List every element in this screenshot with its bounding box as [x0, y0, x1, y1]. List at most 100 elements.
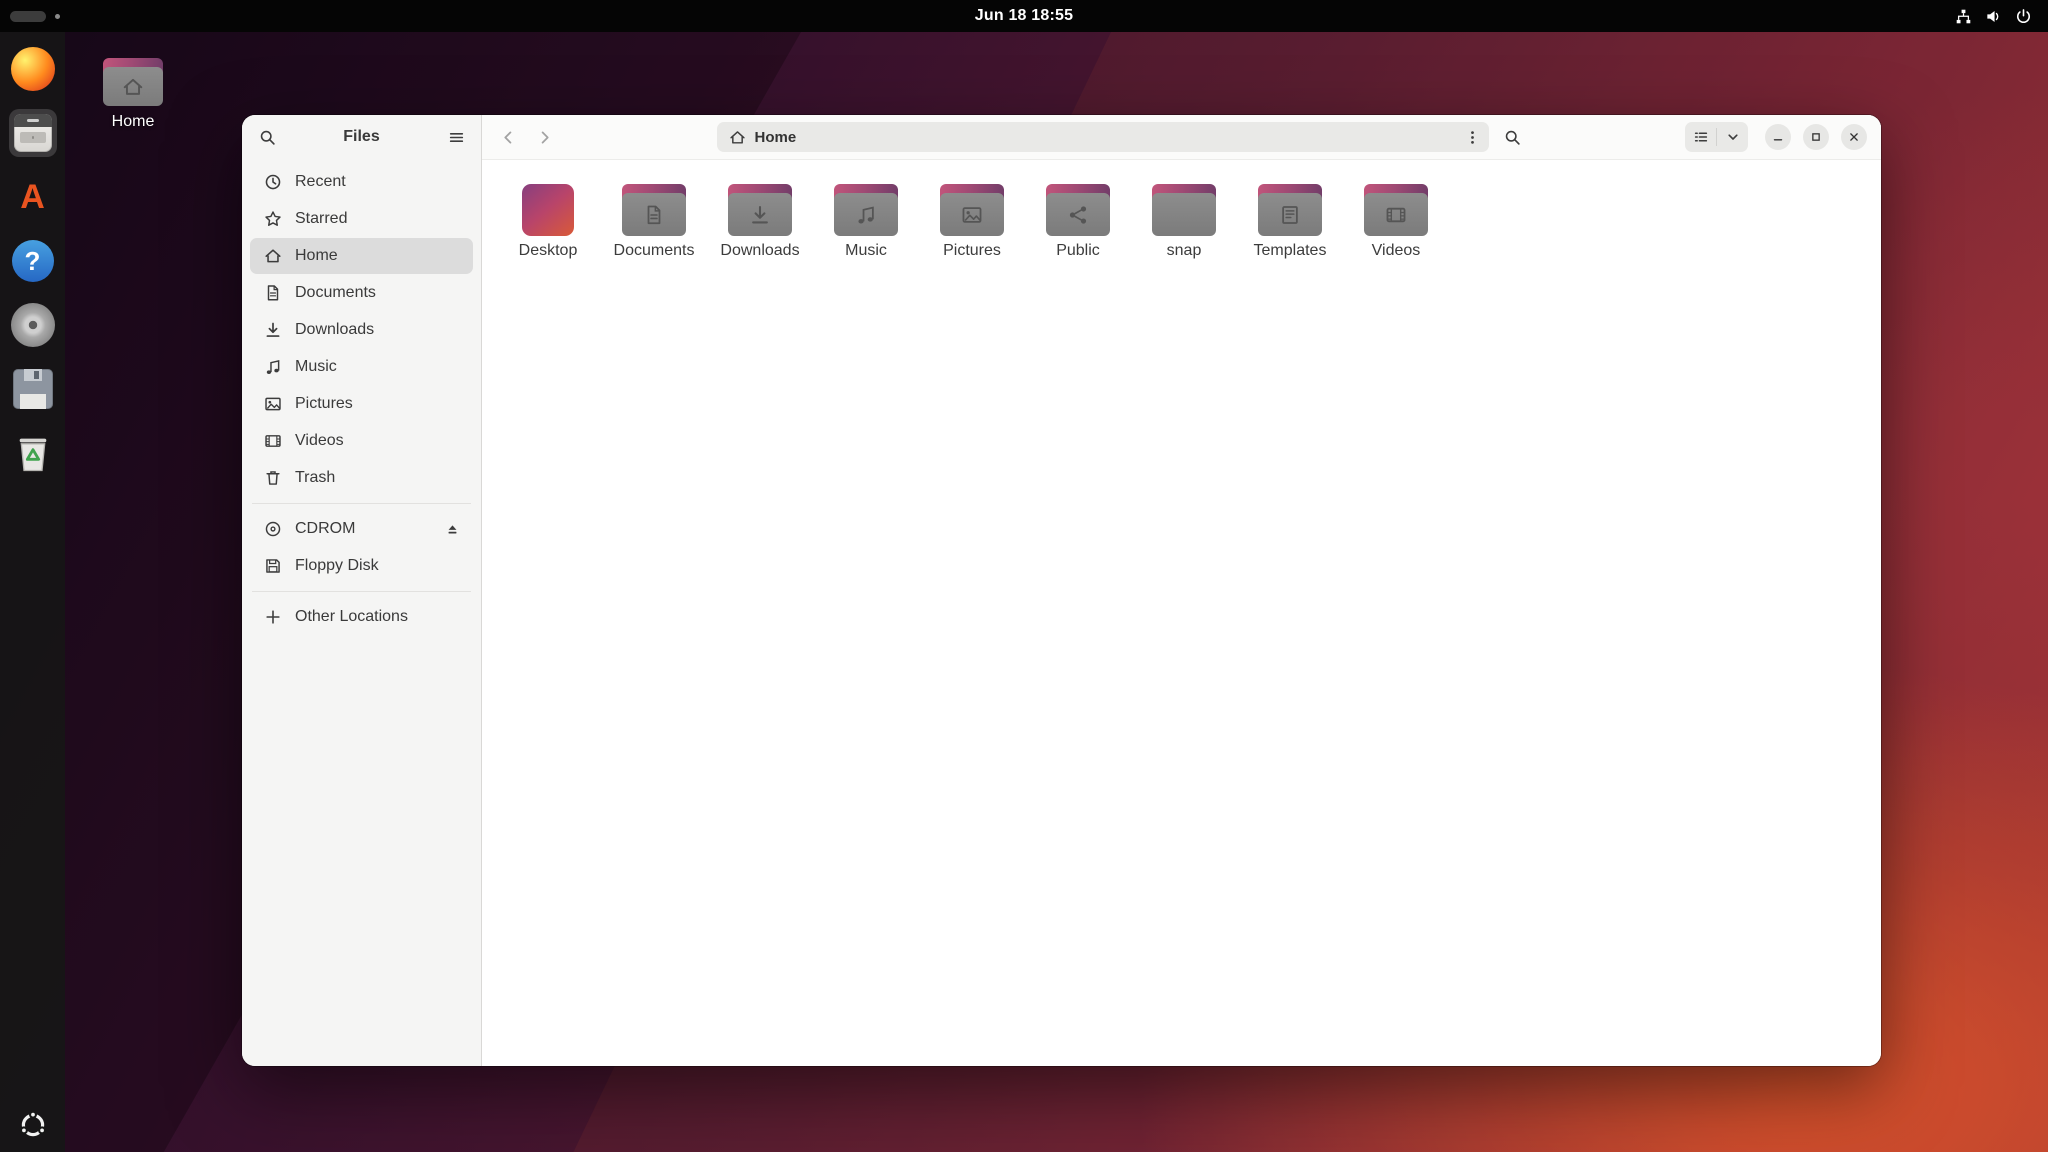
folder-icon — [1046, 182, 1110, 236]
folder-item-templates[interactable]: Templates — [1238, 178, 1342, 264]
sidebar-item-label: CDROM — [295, 520, 355, 538]
location-bar[interactable]: Home — [717, 122, 1489, 152]
maximize-button[interactable] — [1803, 124, 1829, 150]
files-window: Files RecentStarredHomeDocumentsDownload… — [242, 115, 1881, 1066]
dock-item-help[interactable]: ? — [9, 237, 57, 285]
picture-icon — [264, 395, 282, 413]
folder-label: Documents — [614, 242, 695, 260]
folder-label: snap — [1167, 242, 1202, 260]
folder-item-videos[interactable]: Videos — [1344, 178, 1448, 264]
sidebar-item-other-locations[interactable]: Other Locations — [250, 599, 473, 635]
search-button[interactable] — [1497, 121, 1529, 153]
sidebar-item-label: Floppy Disk — [295, 557, 379, 575]
dock-item-trash[interactable] — [9, 429, 57, 477]
volume-icon — [1985, 8, 2002, 25]
sidebar-item-label: Starred — [295, 210, 347, 228]
folder-item-snap[interactable]: snap — [1132, 178, 1236, 264]
sidebar-item-recent[interactable]: Recent — [250, 164, 473, 200]
system-status-area[interactable] — [1955, 8, 2048, 25]
close-icon — [1847, 130, 1861, 144]
search-icon — [259, 129, 276, 146]
dock-item-cdrom[interactable] — [9, 301, 57, 349]
location-group: Home — [717, 121, 1529, 153]
sidebar-divider — [252, 503, 471, 504]
sidebar-search-button[interactable] — [251, 121, 283, 153]
sidebar-item-label: Recent — [295, 173, 346, 191]
sidebar-item-trash[interactable]: Trash — [250, 460, 473, 496]
sidebar-item-label: Documents — [295, 284, 376, 302]
forward-button[interactable] — [528, 121, 560, 153]
dock-item-firefox[interactable] — [9, 45, 57, 93]
sidebar-item-documents[interactable]: Documents — [250, 275, 473, 311]
maximize-icon — [1809, 130, 1823, 144]
window-controls — [1765, 124, 1871, 150]
folder-item-documents[interactable]: Documents — [602, 178, 706, 264]
sidebar-item-cdrom[interactable]: CDROM — [250, 511, 473, 547]
dock-item-floppy[interactable] — [9, 365, 57, 413]
folder-item-music[interactable]: Music — [814, 178, 918, 264]
ubuntu-logo-icon[interactable] — [17, 1109, 49, 1141]
dock-item-app-center[interactable]: A — [9, 173, 57, 221]
app-center-icon: A — [20, 180, 45, 214]
music-emblem-icon — [855, 204, 877, 226]
desktop-home-shortcut[interactable]: Home — [98, 58, 168, 131]
headerbar: Home — [482, 115, 1881, 160]
main-menu-button[interactable] — [440, 121, 472, 153]
location-menu-button[interactable] — [1460, 124, 1486, 150]
folder-label: Videos — [1372, 242, 1421, 260]
network-icon — [1955, 8, 1972, 25]
minimize-button[interactable] — [1765, 124, 1791, 150]
activities-indicator[interactable] — [10, 11, 46, 22]
recent-icon — [264, 173, 282, 191]
folder-item-desktop[interactable]: Desktop — [496, 178, 600, 264]
folder-front — [103, 67, 163, 106]
sidebar-item-home[interactable]: Home — [250, 238, 473, 274]
home-icon — [122, 76, 144, 98]
view-options-button[interactable] — [1717, 122, 1748, 152]
help-icon: ? — [12, 240, 54, 282]
file-grid: Desktop Documents Downloads MusicPicturesPu… — [482, 160, 1881, 1066]
sidebar-item-label: Downloads — [295, 321, 374, 339]
sidebar-item-label: Home — [295, 247, 338, 265]
chevron-down-icon — [1725, 129, 1741, 145]
home-icon — [729, 129, 746, 146]
sidebar-item-music[interactable]: Music — [250, 349, 473, 385]
forward-arrow-icon — [536, 129, 553, 146]
sidebar-item-downloads[interactable]: Downloads — [250, 312, 473, 348]
trash-icon — [264, 469, 282, 487]
kebab-menu-icon — [1464, 129, 1481, 146]
eject-button[interactable] — [439, 516, 465, 542]
sidebar-item-videos[interactable]: Videos — [250, 423, 473, 459]
topbar-left-indicators — [10, 11, 60, 22]
star-icon — [264, 210, 282, 228]
dock-items: A? — [9, 32, 57, 477]
sidebar-item-label: Trash — [295, 469, 335, 487]
folder-label: Downloads — [720, 242, 799, 260]
download-icon — [264, 321, 282, 339]
close-button[interactable] — [1841, 124, 1867, 150]
indicator-dot — [55, 14, 60, 19]
main-pane: Home Desktop Documents Downloads MusicPictu… — [482, 115, 1881, 1066]
sidebar-item-floppy-disk[interactable]: Floppy Disk — [250, 548, 473, 584]
sidebar-places: Recent Starred Home Documents Downloads Music… — [242, 159, 481, 636]
power-icon — [2015, 8, 2032, 25]
floppy-icon — [264, 557, 282, 575]
folder-icon — [1364, 182, 1428, 236]
folder-item-pictures[interactable]: Pictures — [920, 178, 1024, 264]
folder-item-downloads[interactable]: Downloads — [708, 178, 812, 264]
folder-icon — [834, 182, 898, 236]
folder-icon — [1258, 182, 1322, 236]
dock-item-files[interactable] — [9, 109, 57, 157]
clock[interactable]: Jun 18 18:55 — [975, 7, 1073, 25]
back-button[interactable] — [492, 121, 524, 153]
sidebar-item-starred[interactable]: Starred — [250, 201, 473, 237]
view-toggle-group — [1685, 122, 1748, 152]
list-view-button[interactable] — [1685, 122, 1716, 152]
folder-label: Desktop — [519, 242, 578, 260]
sidebar-item-pictures[interactable]: Pictures — [250, 386, 473, 422]
home-icon — [264, 247, 282, 265]
dock-bottom — [17, 1109, 49, 1152]
sidebar-item-label: Pictures — [295, 395, 353, 413]
folder-item-public[interactable]: Public — [1026, 178, 1130, 264]
video-emblem-icon — [1385, 204, 1407, 226]
